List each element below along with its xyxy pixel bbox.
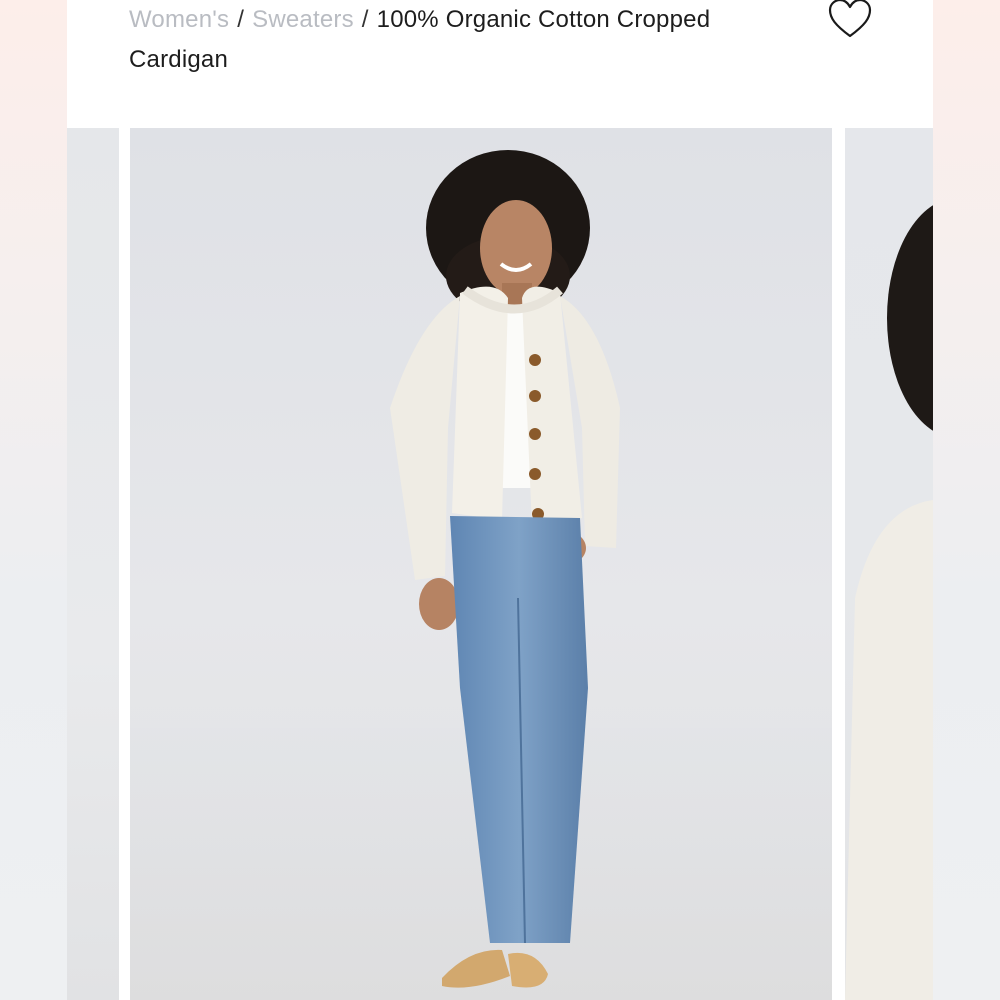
breadcrumb-separator: / [361, 6, 369, 33]
breadcrumb-link-womens[interactable]: Women's [129, 6, 229, 33]
breadcrumb-link-sweaters[interactable]: Sweaters [252, 6, 354, 33]
previous-product-image[interactable] [67, 128, 119, 1000]
product-header: Women's / Sweaters/100% Organic Cotton Cro… [67, 0, 933, 128]
right-backdrop [933, 0, 1000, 1000]
product-page: Women's / Sweaters/100% Organic Cotton Cro… [67, 0, 933, 1000]
wishlist-button[interactable] [827, 0, 873, 40]
product-image-carousel[interactable] [67, 128, 933, 1000]
detail-photo [845, 205, 933, 1000]
breadcrumb-separator: / [237, 6, 245, 33]
main-product-image[interactable] [130, 128, 832, 1000]
breadcrumb: Women's / Sweaters/100% Organic Cotton Cro… [129, 0, 789, 80]
model-photo [130, 150, 832, 1000]
left-backdrop [0, 0, 67, 1000]
next-product-image[interactable] [845, 128, 933, 1000]
heart-outline-icon [828, 0, 872, 38]
